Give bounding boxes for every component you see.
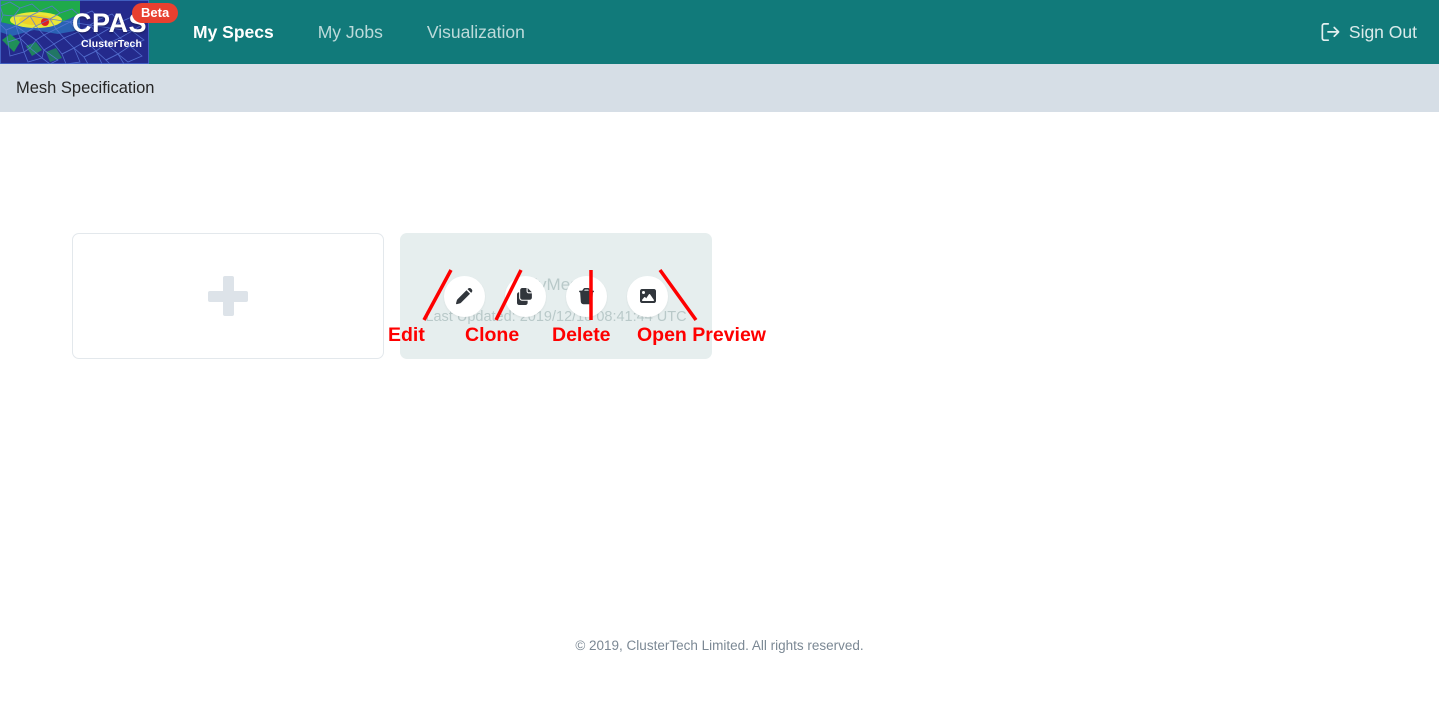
spec-card-list: MyMesh Last Updated: 2019/12/18 08:41:44… — [72, 233, 712, 359]
footer: © 2019, ClusterTech Limited. All rights … — [575, 638, 864, 653]
sign-out-label: Sign Out — [1348, 21, 1417, 42]
edit-button[interactable] — [444, 275, 485, 317]
mesh-card-actions — [400, 233, 712, 359]
page-subheader: Mesh Specification — [0, 64, 1439, 112]
image-icon — [639, 288, 657, 304]
trash-icon — [579, 287, 594, 305]
open-preview-button[interactable] — [627, 275, 668, 317]
brand-subtitle: ClusterTech — [81, 38, 143, 50]
copy-icon — [517, 287, 534, 305]
main-content: MyMesh Last Updated: 2019/12/18 08:41:44… — [0, 112, 1439, 709]
nav-link-my-specs[interactable]: My Specs — [193, 0, 274, 64]
beta-badge: Beta — [132, 3, 179, 23]
new-spec-card[interactable] — [72, 233, 384, 359]
sign-out-button[interactable]: Sign Out — [1321, 22, 1417, 43]
nav-links: My Specs My Jobs Visualization — [193, 0, 569, 64]
page-title: Mesh Specification — [16, 78, 155, 97]
nav-link-my-jobs[interactable]: My Jobs — [318, 0, 383, 64]
pencil-icon — [456, 287, 473, 305]
nav-link-visualization[interactable]: Visualization — [427, 0, 525, 64]
clone-button[interactable] — [505, 275, 546, 317]
mesh-spec-card[interactable]: MyMesh Last Updated: 2019/12/18 08:41:44… — [400, 233, 712, 359]
top-navbar: CPAS ClusterTech Beta My Specs My Jobs V… — [0, 0, 1439, 64]
navbar-right: Sign Out — [1321, 22, 1417, 43]
delete-button[interactable] — [566, 275, 607, 317]
sign-out-icon — [1321, 23, 1340, 41]
plus-icon — [208, 276, 248, 316]
brand-logo[interactable]: CPAS ClusterTech Beta — [0, 0, 179, 64]
